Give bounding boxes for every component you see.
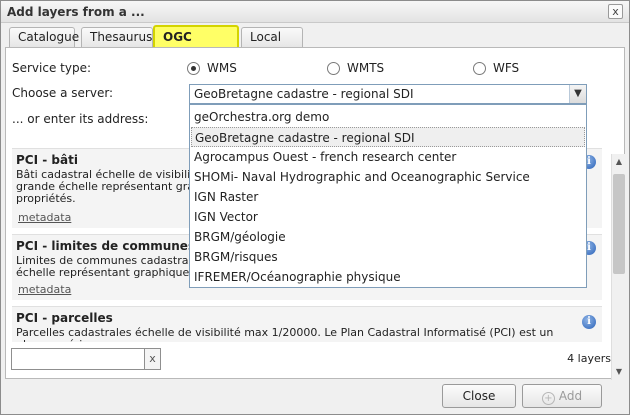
tab-ogc-server[interactable]: OGC server — [153, 25, 239, 64]
metadata-link[interactable]: metadata — [18, 283, 71, 296]
server-select-value: GeoBretagne cadastre - regional SDI — [194, 87, 414, 101]
clear-icon[interactable]: x — [144, 348, 161, 370]
server-option[interactable]: geOrchestra.org demo — [191, 107, 585, 127]
server-option[interactable]: BRGM/risques — [191, 247, 585, 267]
layer-description-line: Parcelles cadastrales échelle de visibil… — [16, 326, 554, 343]
server-option-selected[interactable]: GeoBretagne cadastre - regional SDI — [191, 127, 585, 147]
layer-description: Parcelles cadastrales échelle de visibil… — [16, 326, 576, 343]
add-button[interactable]: + Add — [522, 384, 602, 408]
tab-catalogue[interactable]: Catalogue — [9, 27, 79, 47]
server-option[interactable]: IGN Raster — [191, 187, 585, 207]
address-label: ... or enter its address: — [12, 112, 149, 126]
ogc-server-panel: Service type: WMS WMTS WFS Choose a serv… — [5, 47, 625, 380]
add-icon: + — [541, 392, 555, 405]
chevron-down-icon[interactable]: ▼ — [569, 85, 586, 103]
layer-list-scrollbar[interactable]: ▲ ▼ — [611, 154, 625, 380]
tab-local-file[interactable]: Local file — [241, 27, 303, 62]
info-icon[interactable]: i — [582, 315, 596, 329]
radio-wfs-label: WFS — [493, 61, 520, 75]
layer-item[interactable]: PCI - parcelles Parcelles cadastrales éc… — [12, 306, 602, 342]
server-label: Choose a server: — [12, 86, 114, 100]
server-select[interactable]: GeoBretagne cadastre - regional SDI ▼ — [189, 84, 587, 104]
close-icon[interactable]: x — [608, 4, 623, 19]
layer-title: PCI - bâti — [16, 153, 78, 167]
radio-wfs[interactable] — [473, 62, 486, 75]
radio-wms-label: WMS — [207, 61, 237, 75]
radio-wmts-label: WMTS — [347, 61, 385, 75]
radio-wmts[interactable] — [327, 62, 340, 75]
radio-wms[interactable] — [187, 62, 200, 75]
scroll-thumb[interactable] — [613, 174, 625, 274]
service-type-label: Service type: — [12, 61, 92, 75]
tab-bar: Catalogue Thesaurus OGC server Local fil… — [7, 25, 623, 64]
title-bar: Add layers from a ... x — [1, 1, 629, 23]
add-layers-dialog: Add layers from a ... x Catalogue Thesau… — [0, 0, 630, 415]
dialog-title: Add layers from a ... — [7, 5, 145, 19]
server-option[interactable]: Agrocampus Ouest - french research cente… — [191, 147, 585, 167]
scroll-up-icon[interactable]: ▲ — [613, 156, 625, 168]
layer-filter-input[interactable] — [11, 348, 145, 370]
close-button-label: Close — [462, 389, 496, 403]
add-button-label: Add — [558, 389, 583, 403]
server-dropdown-list: geOrchestra.org demo GeoBretagne cadastr… — [189, 104, 587, 288]
server-option[interactable]: IGN Vector — [191, 207, 585, 227]
metadata-link[interactable]: metadata — [18, 211, 71, 224]
server-option[interactable]: SHOMi- Naval Hydrographic and Oceanograp… — [191, 167, 585, 187]
server-option[interactable]: BRGM/géologie — [191, 227, 585, 247]
server-option[interactable]: IFREMER/Océanographie physique — [191, 267, 585, 287]
layer-count: 4 layers — [567, 352, 611, 365]
tab-thesaurus[interactable]: Thesaurus — [81, 27, 153, 47]
close-button[interactable]: Close — [442, 384, 516, 408]
scroll-down-icon[interactable]: ▼ — [613, 366, 625, 378]
layer-title: PCI - parcelles — [16, 311, 113, 325]
layer-title: PCI - limites de communes — [16, 239, 196, 253]
